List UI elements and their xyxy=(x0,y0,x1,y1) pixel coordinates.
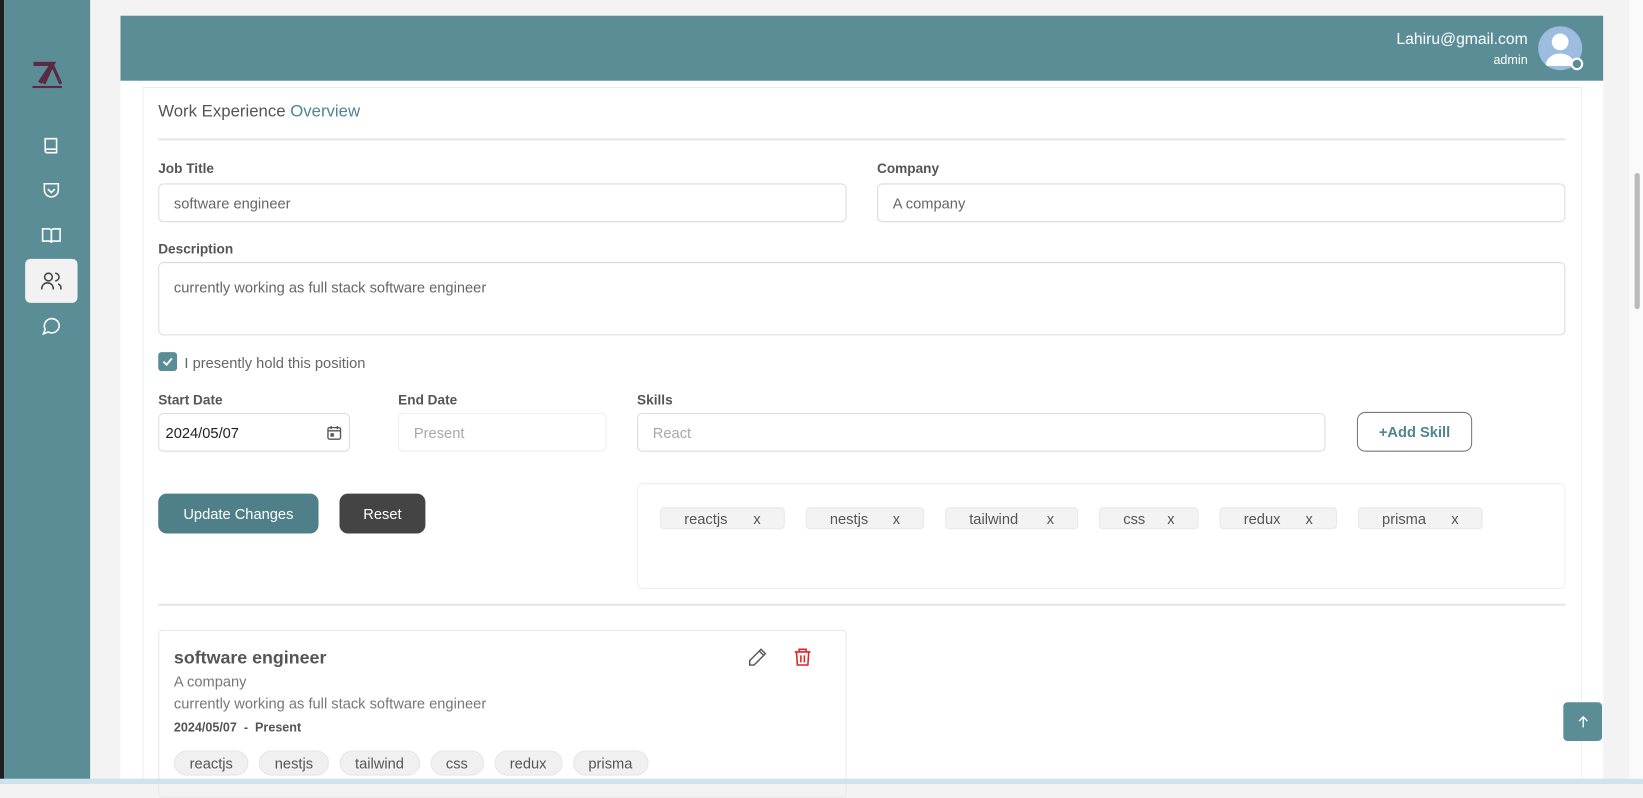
title-text: Work Experience xyxy=(158,102,286,121)
start-date-value: 2024/05/07 xyxy=(165,423,239,441)
sidebar xyxy=(4,0,91,784)
experience-card: software engineer A company currently wo… xyxy=(158,629,847,798)
company-label: Company xyxy=(877,160,940,177)
sidebar-item-saved[interactable] xyxy=(25,169,77,213)
chat-icon xyxy=(42,317,60,336)
present-label: I presently hold this position xyxy=(184,354,366,372)
skill-pill: prisma xyxy=(572,750,649,776)
remove-skill-button[interactable]: x xyxy=(753,510,760,527)
skill-tag: css x xyxy=(1099,507,1199,530)
remove-skill-button[interactable]: x xyxy=(893,510,900,527)
skill-pill: nestjs xyxy=(259,750,329,776)
company-input[interactable]: A company xyxy=(877,183,1566,223)
skill-tag-label: nestjs xyxy=(829,509,869,527)
skill-tag-label: redux xyxy=(1243,509,1281,527)
remove-skill-button[interactable]: x xyxy=(1167,510,1174,527)
taskbar-strip xyxy=(0,778,1643,784)
add-skill-button[interactable]: +Add Skill xyxy=(1356,411,1473,452)
description-label: Description xyxy=(158,241,234,257)
logo xyxy=(29,61,65,90)
experience-company: A company xyxy=(173,672,247,690)
skill-pill: tailwind xyxy=(339,750,420,776)
sidebar-item-courses[interactable] xyxy=(25,124,77,168)
arrow-up-icon xyxy=(1578,715,1588,727)
start-date-label: Start Date xyxy=(158,391,223,408)
check-icon xyxy=(162,357,173,367)
edit-icon[interactable] xyxy=(747,647,768,668)
skill-tag-label: reactjs xyxy=(684,509,728,527)
remove-skill-button[interactable]: x xyxy=(1047,510,1054,527)
experience-dates: 2024/05/07 - Present xyxy=(174,720,301,735)
remove-skill-button[interactable]: x xyxy=(1306,510,1313,527)
scroll-to-top-button[interactable] xyxy=(1563,702,1603,742)
scrollbar[interactable] xyxy=(1629,0,1643,784)
description-textarea[interactable]: currently working as full stack software… xyxy=(158,262,1566,336)
user-role: admin xyxy=(1493,52,1528,68)
experience-end: Present xyxy=(255,720,302,735)
experience-start: 2024/05/07 xyxy=(173,720,237,735)
status-indicator xyxy=(1570,57,1584,71)
trash-icon[interactable] xyxy=(792,646,813,669)
experience-skills: reactjs nestjs tailwind css redux prisma xyxy=(173,750,649,776)
skill-tag: reactjs x xyxy=(660,507,785,530)
skill-pill: redux xyxy=(494,750,563,776)
calendar-icon[interactable] xyxy=(326,424,343,441)
top-header: Lahiru@gmail.com admin xyxy=(120,15,1604,81)
skill-pill: css xyxy=(430,750,484,776)
divider xyxy=(158,603,1566,606)
pocket-icon xyxy=(43,182,60,198)
users-icon xyxy=(40,272,62,290)
sidebar-item-users[interactable] xyxy=(25,258,78,303)
experience-title: software engineer xyxy=(173,647,327,668)
open-book-icon xyxy=(41,228,61,243)
skills-input[interactable]: React xyxy=(637,412,1326,452)
date-separator: - xyxy=(243,720,249,735)
skill-tag-label: prisma xyxy=(1382,509,1427,527)
job-title-label: Job Title xyxy=(158,160,214,177)
page: Lahiru@gmail.com admin Work Experience O… xyxy=(0,0,1643,798)
book-icon xyxy=(44,137,58,154)
sidebar-item-messages[interactable] xyxy=(25,304,77,348)
divider xyxy=(158,138,1566,141)
scrollbar-thumb[interactable] xyxy=(1634,172,1640,310)
update-changes-button[interactable]: Update Changes xyxy=(158,493,319,534)
skills-label: Skills xyxy=(637,391,673,408)
skill-tag-label: css xyxy=(1123,509,1146,527)
skill-tag: tailwind x xyxy=(945,507,1079,530)
skill-tag: nestjs x xyxy=(805,507,925,530)
skill-tag: prisma x xyxy=(1357,507,1483,530)
sidebar-item-library[interactable] xyxy=(25,214,77,258)
end-date-label: End Date xyxy=(398,391,458,408)
skills-tag-box xyxy=(637,483,1566,590)
user-email: Lahiru@gmail.com xyxy=(1396,30,1528,49)
skill-pill: reactjs xyxy=(173,750,249,776)
remove-skill-button[interactable]: x xyxy=(1451,510,1458,527)
present-checkbox[interactable] xyxy=(158,352,178,372)
end-date-input[interactable]: Present xyxy=(398,412,607,452)
title-accent: Overview xyxy=(290,102,361,121)
experience-description: currently working as full stack software… xyxy=(173,694,487,712)
skill-tag-label: tailwind xyxy=(969,509,1019,527)
skill-tag: redux x xyxy=(1219,507,1337,530)
job-title-input[interactable]: software engineer xyxy=(158,183,847,223)
start-date-input[interactable]: 2024/05/07 xyxy=(158,412,350,452)
reset-button[interactable]: Reset xyxy=(339,493,426,534)
page-title: Work Experience Overview xyxy=(158,103,360,122)
